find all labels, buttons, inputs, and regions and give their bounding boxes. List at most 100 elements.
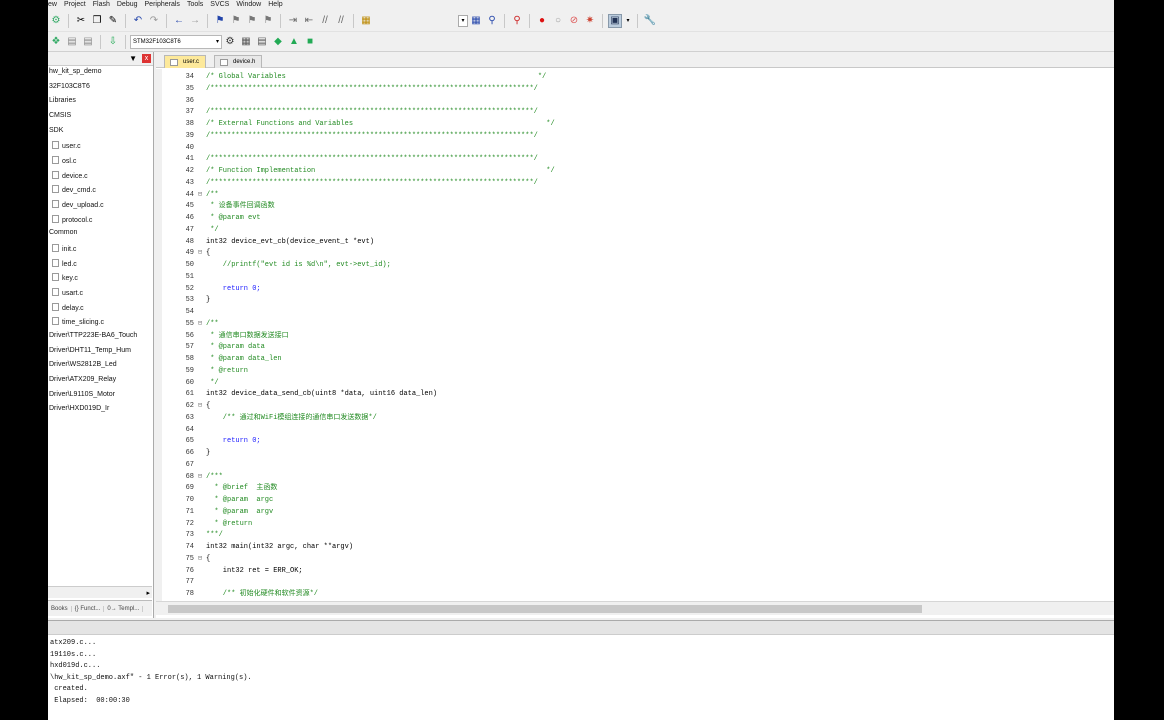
menu-item[interactable]: Peripherals xyxy=(145,1,187,8)
tree-item[interactable]: protocol.c xyxy=(52,214,92,224)
tree-item[interactable]: device.c xyxy=(52,170,88,180)
select-packs-icon[interactable]: ▲ xyxy=(287,35,301,49)
menu-item[interactable]: ew xyxy=(48,1,64,8)
pack-installer-icon[interactable]: ◆ xyxy=(271,35,285,49)
menu-item[interactable]: Window xyxy=(236,1,268,8)
close-icon[interactable]: x xyxy=(142,54,151,63)
tree-item[interactable]: hw_kit_sp_demo xyxy=(49,68,102,75)
window-layout-dropdown[interactable]: ▾ xyxy=(623,15,633,27)
tree-item[interactable]: CMSIS xyxy=(49,112,71,119)
panel-tab[interactable]: 0→ Templ... xyxy=(104,605,144,612)
chevron-down-icon: ▾ xyxy=(215,39,219,45)
panel-tab[interactable]: Books xyxy=(48,605,72,612)
breakpoint-icon[interactable]: ● xyxy=(535,14,549,28)
fold-marker[interactable]: ⊟ xyxy=(196,189,204,201)
code-text: * @param evt xyxy=(206,214,261,222)
tree-item[interactable]: Common xyxy=(49,229,77,236)
tree-item[interactable]: Driver\TTP223E-BA6_Touch xyxy=(49,332,137,339)
output-line: atx209.c... xyxy=(50,639,97,647)
tree-item[interactable]: Driver\DHT11_Temp_Hum xyxy=(49,347,131,354)
pin-icon[interactable]: ▼ xyxy=(129,54,137,63)
fold-marker[interactable]: ⊟ xyxy=(196,400,204,412)
menu-bar: ew Project Flash Debug Peripherals Tools SVCS W… xyxy=(48,0,1114,9)
bookmark-prev-icon[interactable]: ⚑ xyxy=(229,14,243,28)
code-line: 42 /* Function Implementation */ xyxy=(156,165,1114,177)
tab-device-h[interactable]: device.h xyxy=(214,55,263,68)
menu-item[interactable]: Flash xyxy=(93,1,117,8)
toolbar-separator xyxy=(100,34,101,49)
paste-icon[interactable]: ✎ xyxy=(106,14,120,28)
start-debug-icon[interactable]: ⚲ xyxy=(510,14,524,28)
breakpoint-disable-icon[interactable]: ○ xyxy=(551,14,565,28)
project-panel-scrollbar[interactable]: ▸ xyxy=(48,586,152,598)
tree-item[interactable]: init.c xyxy=(52,244,76,253)
build-icon[interactable]: ▤ xyxy=(65,35,79,49)
tree-item-label: Driver\WS2812B_Led xyxy=(49,361,117,369)
menu-item[interactable]: Help xyxy=(268,1,289,8)
rebuild-icon[interactable]: ▤ xyxy=(81,35,95,49)
tree-item[interactable]: Driver\HXD019D_Ir xyxy=(49,405,109,412)
find-icon[interactable]: ▦ xyxy=(469,14,483,28)
breakpoint-disable-all-icon[interactable]: ⊘ xyxy=(567,14,581,28)
breakpoint-kill-all-icon[interactable]: ✷ xyxy=(583,14,597,28)
fold-marker[interactable]: ⊟ xyxy=(196,318,204,330)
tree-item[interactable]: usart.c xyxy=(52,288,83,297)
fold-marker[interactable]: ⊟ xyxy=(196,247,204,259)
cut-icon[interactable]: ✂ xyxy=(74,14,88,28)
fold-marker[interactable]: ⊟ xyxy=(196,471,204,483)
debug-icon[interactable]: ⚙ xyxy=(49,14,63,28)
window-layout-icon[interactable]: ▣ xyxy=(608,13,622,28)
panel-tab[interactable]: {} Funct... xyxy=(72,605,105,612)
menu-item[interactable]: Project xyxy=(64,1,93,8)
tree-item[interactable]: user.c xyxy=(52,141,81,150)
indent-icon[interactable]: ⇥ xyxy=(286,14,300,28)
tree-item[interactable]: 32F103C8T6 xyxy=(49,83,90,90)
tree-item[interactable]: led.c xyxy=(52,258,77,268)
comment-icon[interactable]: // xyxy=(318,14,332,28)
tree-item[interactable]: SDK xyxy=(49,127,63,134)
incremental-find-icon[interactable]: ⚲ xyxy=(485,14,499,28)
find-combo[interactable]: ▾ xyxy=(458,14,468,27)
tree-item[interactable]: Driver\ATX209_Relay xyxy=(49,376,116,383)
redo-icon[interactable]: ↷ xyxy=(147,14,161,28)
line-number: 57 xyxy=(185,343,194,352)
find-in-files-icon[interactable]: ▦ xyxy=(359,14,373,28)
tree-item[interactable]: delay.c xyxy=(52,302,84,312)
manage-components-icon[interactable]: ▤ xyxy=(255,35,269,49)
tree-item[interactable]: Driver\WS2812B_Led xyxy=(49,361,117,368)
output-line: Elapsed: 00:00:30 xyxy=(50,697,130,705)
translate-icon[interactable]: ❖ xyxy=(49,35,63,49)
scrollbar-thumb[interactable] xyxy=(168,605,922,613)
tree-item[interactable]: key.c xyxy=(52,273,78,282)
bookmark-icon[interactable]: ⚑ xyxy=(213,14,227,28)
undo-icon[interactable]: ↶ xyxy=(131,14,145,28)
menu-item[interactable]: SVCS xyxy=(210,1,236,8)
tree-item[interactable]: osl.c xyxy=(52,156,76,165)
menu-item[interactable]: Debug xyxy=(117,1,145,8)
uncomment-icon[interactable]: // xyxy=(334,14,348,28)
bookmark-clear-icon[interactable]: ⚑ xyxy=(261,14,275,28)
target-select[interactable]: STM32F103C8T6 ▾ xyxy=(130,34,222,49)
target-select-value: STM32F103C8T6 xyxy=(133,38,181,45)
fold-marker[interactable]: ⊟ xyxy=(196,553,204,565)
tree-item[interactable]: dev_upload.c xyxy=(52,200,104,209)
tab-user-c[interactable]: user.c xyxy=(164,55,207,68)
nav-forward-icon[interactable]: → xyxy=(188,14,202,28)
menu-item[interactable]: Tools xyxy=(187,1,210,8)
target-options-icon[interactable]: ⚙ xyxy=(223,35,237,49)
unindent-icon[interactable]: ⇤ xyxy=(302,14,316,28)
download-icon[interactable]: ⇩ xyxy=(106,35,120,49)
editor-horizontal-scrollbar[interactable] xyxy=(156,601,1114,615)
scroll-right-icon[interactable]: ▸ xyxy=(146,589,150,597)
file-extensions-icon[interactable]: ▦ xyxy=(239,35,253,49)
run-time-env-icon[interactable]: ■ xyxy=(303,35,317,49)
nav-back-icon[interactable]: ← xyxy=(172,14,186,28)
tree-item[interactable]: Libraries xyxy=(49,97,76,104)
code-area[interactable]: 34 /* Global Variables */ 35 /*************… xyxy=(156,69,1114,601)
copy-icon[interactable]: ❐ xyxy=(90,14,104,28)
bookmark-next-icon[interactable]: ⚑ xyxy=(245,14,259,28)
tree-item[interactable]: dev_cmd.c xyxy=(52,185,96,194)
configure-icon[interactable]: 🔧 xyxy=(643,14,657,28)
tree-item[interactable]: time_slicing.c xyxy=(52,317,104,326)
tree-item[interactable]: Driver\L9110S_Motor xyxy=(49,391,115,398)
